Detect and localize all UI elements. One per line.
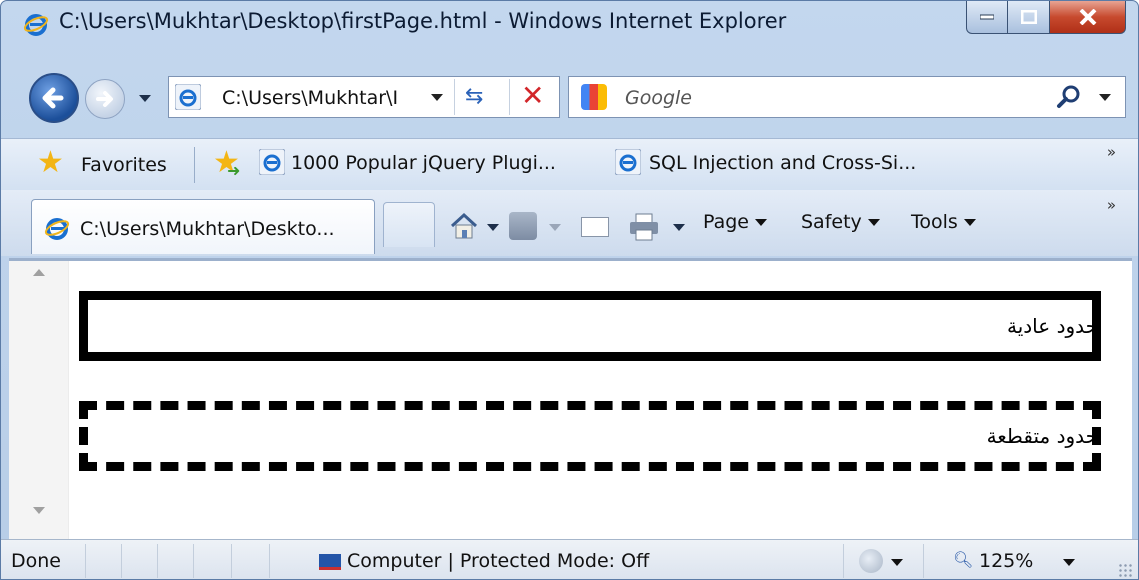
scroll-up-arrow-icon[interactable]: [33, 269, 45, 276]
vertical-scrollbar[interactable]: [9, 261, 69, 539]
favorite-link-ie-icon: [615, 149, 641, 175]
new-tab-button[interactable]: [383, 202, 435, 247]
dashed-border-text: حدود متقطعة: [986, 424, 1098, 448]
add-arrow-icon: ➜: [227, 161, 241, 180]
favorite-link-ie-icon: [259, 149, 285, 175]
forward-button[interactable]: [85, 79, 125, 119]
maximize-button[interactable]: [1008, 1, 1050, 34]
search-dropdown[interactable]: [1099, 94, 1111, 101]
globe-icon[interactable]: [859, 549, 883, 573]
status-divider: [121, 544, 122, 578]
home-icon[interactable]: [449, 212, 479, 240]
solid-border-box: حدود عادية: [79, 291, 1101, 361]
address-dropdown[interactable]: [431, 94, 443, 101]
back-button[interactable]: [29, 73, 79, 123]
search-input[interactable]: Google: [625, 87, 692, 109]
page-ie-icon: [175, 84, 201, 110]
home-dropdown[interactable]: [487, 224, 499, 231]
window-title: C:\Users\Mukhtar\Desktop\firstPage.html …: [59, 9, 787, 33]
page-menu-label: Page: [703, 211, 749, 233]
search-box[interactable]: Google: [568, 76, 1126, 118]
forward-arrow-icon: [96, 91, 113, 107]
command-bar: C:\Users\Mukhtar\Deskto... Page Safety T…: [1, 190, 1138, 256]
search-icon[interactable]: [1055, 83, 1083, 111]
close-button[interactable]: [1050, 1, 1126, 34]
status-divider: [843, 544, 844, 578]
favorite-link-sql-injection[interactable]: SQL Injection and Cross-Si...: [649, 152, 916, 174]
solid-border-text: حدود عادية: [1006, 314, 1098, 338]
scroll-down-arrow-icon[interactable]: [33, 507, 45, 514]
tab-active[interactable]: C:\Users\Mukhtar\Deskto...: [31, 199, 375, 254]
zoom-level[interactable]: 125%: [979, 550, 1033, 572]
safety-menu[interactable]: Safety: [801, 211, 880, 233]
command-overflow-chevron[interactable]: »: [1107, 196, 1116, 214]
tab-ie-icon: [44, 218, 70, 240]
refresh-button[interactable]: ⇆: [465, 84, 483, 109]
security-zone[interactable]: Computer | Protected Mode: Off: [347, 550, 649, 572]
address-divider: [454, 79, 455, 115]
title-bar: C:\Users\Mukhtar\Desktop\firstPage.html …: [1, 1, 1138, 43]
read-mail-icon[interactable]: [581, 217, 609, 237]
minimize-icon: [980, 14, 994, 20]
tab-label: C:\Users\Mukhtar\Deskto...: [80, 218, 335, 240]
chevron-down-icon: [867, 219, 880, 226]
status-divider: [269, 544, 270, 578]
favorites-divider: [194, 147, 195, 183]
minimize-button[interactable]: [966, 1, 1008, 34]
back-arrow-icon: [42, 87, 64, 109]
print-dropdown[interactable]: [673, 224, 685, 231]
chevron-down-icon: [963, 219, 976, 226]
stop-button[interactable]: ✕: [521, 79, 544, 112]
favorite-link-jquery[interactable]: 1000 Popular jQuery Plugi...: [291, 152, 556, 174]
zoom-dropdown[interactable]: [1063, 559, 1075, 566]
status-divider: [193, 544, 194, 578]
safety-menu-label: Safety: [801, 211, 862, 233]
favorites-overflow-chevron[interactable]: »: [1107, 143, 1116, 161]
tools-menu-label: Tools: [911, 211, 958, 233]
refresh-icon: ⇆: [465, 84, 484, 109]
status-divider: [231, 544, 232, 578]
recent-pages-dropdown[interactable]: [139, 95, 151, 102]
resize-grip[interactable]: [1118, 563, 1132, 577]
close-icon: [1079, 9, 1096, 25]
browser-window: C:\Users\Mukhtar\Desktop\firstPage.html …: [0, 0, 1139, 580]
protected-mode-dropdown[interactable]: [891, 559, 903, 566]
google-icon: [581, 84, 607, 110]
status-bar: Done Computer | Protected Mode: Off 🔍︎ 1…: [1, 539, 1138, 579]
status-divider: [157, 544, 158, 578]
status-text: Done: [11, 550, 61, 572]
status-divider: [923, 544, 924, 578]
zoom-icon: 🔍︎: [953, 550, 974, 569]
feeds-dropdown[interactable]: [549, 224, 561, 231]
page-content: حدود عادية حدود متقطعة: [9, 258, 1132, 539]
chevron-down-icon: [755, 219, 767, 226]
internet-explorer-icon: [23, 14, 49, 36]
maximize-icon: [1020, 10, 1037, 24]
tools-menu[interactable]: Tools: [911, 211, 976, 233]
status-divider: [85, 544, 86, 578]
stop-icon: ✕: [521, 79, 545, 112]
feeds-icon[interactable]: [509, 212, 537, 240]
computer-zone-icon: [319, 554, 341, 570]
address-text[interactable]: C:\Users\Mukhtar\I: [222, 87, 398, 109]
address-divider: [509, 79, 510, 115]
dashed-border-box: حدود متقطعة: [79, 401, 1101, 471]
caption-buttons: [966, 1, 1126, 35]
favorites-bar: ★ Favorites ★ ➜ 1000 Popular jQuery Plug…: [1, 138, 1138, 190]
favorites-star-icon[interactable]: ★: [37, 148, 64, 178]
address-bar[interactable]: C:\Users\Mukhtar\I ⇆ ✕: [168, 76, 560, 118]
page-menu[interactable]: Page: [703, 211, 767, 233]
print-icon[interactable]: [627, 212, 661, 242]
favorites-button[interactable]: Favorites: [81, 154, 167, 176]
